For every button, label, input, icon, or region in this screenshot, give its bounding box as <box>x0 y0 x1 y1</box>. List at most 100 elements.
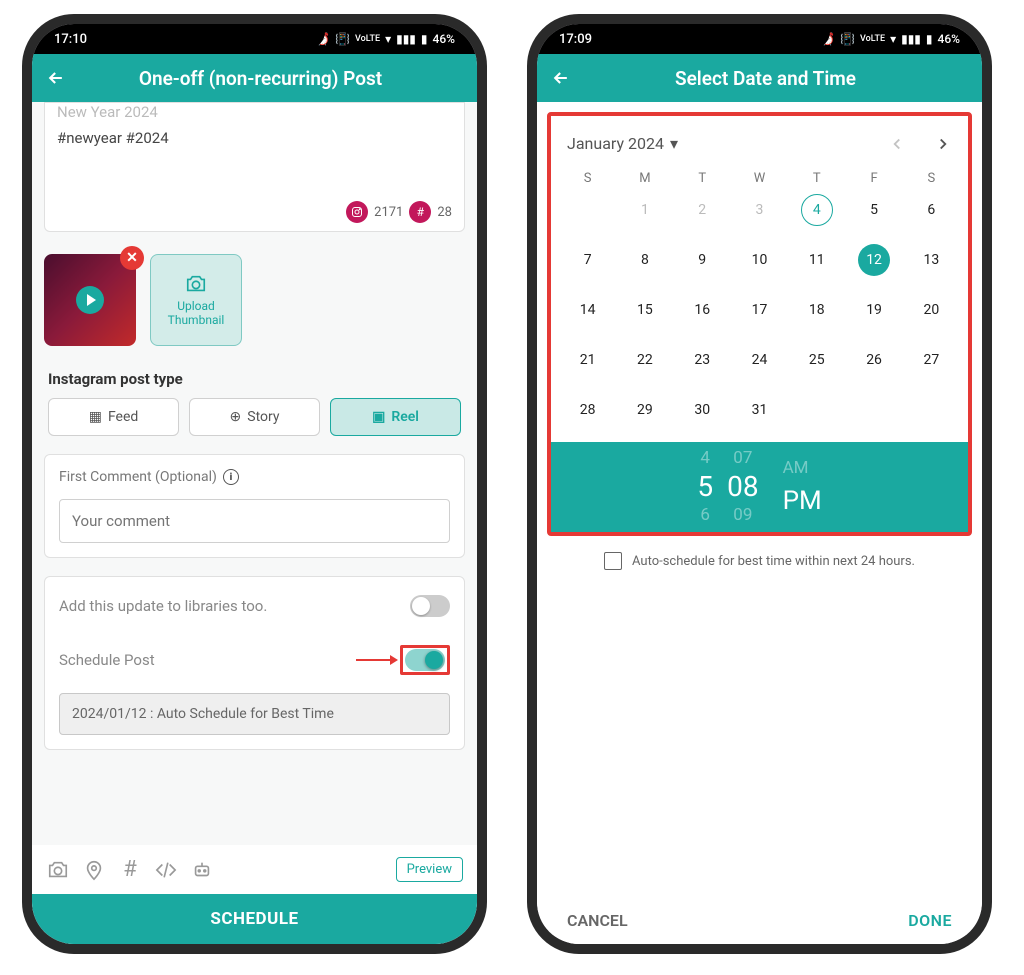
battery-pct: 46% <box>433 32 455 46</box>
dow-cell: T <box>674 171 731 186</box>
wifi-icon: ▾ <box>890 32 896 46</box>
libraries-toggle-label: Add this update to libraries too. <box>59 597 267 615</box>
done-button[interactable]: DONE <box>908 911 952 930</box>
lte-icon: VoLTE <box>860 35 885 44</box>
info-icon[interactable]: i <box>223 469 239 485</box>
vibrate-icon: 📳 <box>840 32 855 46</box>
calendar-day[interactable]: 24 <box>731 344 788 376</box>
battery-icon: ▮ <box>421 32 428 46</box>
signal-icon: ▮▮▮ <box>396 32 416 46</box>
calendar-day[interactable]: 6 <box>903 194 960 226</box>
back-icon[interactable] <box>551 68 571 88</box>
grid-icon: ▦ <box>89 409 102 425</box>
hash-count: 28 <box>437 205 452 220</box>
upload-thumbnail-button[interactable]: Upload Thumbnail <box>150 254 242 346</box>
libraries-toggle[interactable] <box>410 595 450 617</box>
status-time: 17:09 <box>559 32 592 47</box>
time-picker[interactable]: 4 5 6 07 08 09 AM PM <box>551 442 968 532</box>
calendar-day[interactable]: 17 <box>731 294 788 326</box>
calendar-day[interactable]: 1 <box>616 194 673 226</box>
dow-cell: M <box>616 171 673 186</box>
calendar-day[interactable]: 13 <box>903 244 960 276</box>
remove-media-icon[interactable]: ✕ <box>120 246 144 270</box>
calendar-day[interactable]: 19 <box>845 294 902 326</box>
calendar-day[interactable]: 16 <box>674 294 731 326</box>
hour-wheel[interactable]: 4 5 6 <box>697 450 713 524</box>
page-title: One-off (non-recurring) Post <box>86 67 435 90</box>
calendar-day[interactable]: 12 <box>858 244 890 276</box>
alarm-icon: ⏰ <box>315 32 330 46</box>
calendar-day[interactable]: 22 <box>616 344 673 376</box>
autoschedule-checkbox[interactable] <box>604 552 622 570</box>
camera-toolbar-icon[interactable] <box>46 858 70 882</box>
minute-wheel[interactable]: 07 08 09 <box>727 450 758 524</box>
pill-feed[interactable]: ▦ Feed <box>48 398 179 436</box>
schedule-button[interactable]: SCHEDULE <box>32 894 477 944</box>
calendar-day[interactable]: 30 <box>674 394 731 426</box>
alarm-icon: ⏰ <box>820 32 835 46</box>
status-bar: 17:09 ⏰ 📳 VoLTE ▾ ▮▮▮ ▮ 46% <box>537 24 982 54</box>
calendar-day[interactable]: 10 <box>731 244 788 276</box>
calendar-day[interactable]: 14 <box>559 294 616 326</box>
status-right: ⏰ 📳 VoLTE ▾ ▮▮▮ ▮ 46% <box>820 32 960 46</box>
calendar-day <box>559 194 616 226</box>
post-text-card[interactable]: New Year 2024 #newyear #2024 2171 # 28 <box>44 102 465 232</box>
dow-cell: F <box>845 171 902 186</box>
calendar-day[interactable]: 28 <box>559 394 616 426</box>
schedule-toggle[interactable] <box>405 649 445 671</box>
char-count: 2171 <box>374 205 403 220</box>
calendar-grid: 1234567891011121314151617181920212223242… <box>551 190 968 442</box>
calendar-day[interactable]: 3 <box>731 194 788 226</box>
pill-story[interactable]: ⊕ Story <box>189 398 320 436</box>
first-comment-input[interactable] <box>59 499 450 543</box>
status-time: 17:10 <box>54 32 87 47</box>
hashtag-toolbar-icon[interactable]: # <box>118 858 142 882</box>
calendar-day[interactable]: 2 <box>674 194 731 226</box>
calendar-day[interactable]: 21 <box>559 344 616 376</box>
calendar-day[interactable]: 8 <box>616 244 673 276</box>
cancel-button[interactable]: CANCEL <box>567 911 628 930</box>
month-selector[interactable]: January 2024 ▾ <box>567 134 678 153</box>
calendar-day[interactable]: 26 <box>845 344 902 376</box>
calendar-day[interactable]: 9 <box>674 244 731 276</box>
prev-month-icon <box>888 135 906 153</box>
calendar-day <box>903 394 960 426</box>
calendar-day[interactable]: 29 <box>616 394 673 426</box>
next-month-icon[interactable] <box>934 135 952 153</box>
wifi-icon: ▾ <box>385 32 391 46</box>
calendar-day[interactable]: 5 <box>845 194 902 226</box>
dow-cell: T <box>788 171 845 186</box>
phone-left: 17:10 ⏰ 📳 VoLTE ▾ ▮▮▮ ▮ 46% One-off (non… <box>22 14 487 954</box>
pill-reel[interactable]: ▣ Reel <box>330 398 461 436</box>
status-bar: 17:10 ⏰ 📳 VoLTE ▾ ▮▮▮ ▮ 46% <box>32 24 477 54</box>
calendar-day[interactable]: 7 <box>559 244 616 276</box>
back-icon[interactable] <box>46 68 66 88</box>
dow-cell: S <box>559 171 616 186</box>
calendar-day[interactable]: 27 <box>903 344 960 376</box>
calendar-day[interactable]: 15 <box>616 294 673 326</box>
calendar-day <box>788 394 845 426</box>
plus-circle-icon: ⊕ <box>230 409 242 425</box>
calendar-day[interactable]: 11 <box>788 244 845 276</box>
calendar-day[interactable]: 23 <box>674 344 731 376</box>
ampm-wheel[interactable]: AM PM <box>783 458 822 516</box>
calendar-day[interactable]: 20 <box>903 294 960 326</box>
post-hashtags: #newyear #2024 <box>57 129 452 147</box>
autoschedule-label: Auto-schedule for best time within next … <box>632 554 915 569</box>
page-title: Select Date and Time <box>591 67 940 90</box>
calendar-day[interactable]: 4 <box>801 194 833 226</box>
video-thumbnail[interactable]: ✕ <box>44 254 136 346</box>
calendar-day[interactable]: 25 <box>788 344 845 376</box>
calendar-day[interactable]: 18 <box>788 294 845 326</box>
bottom-toolbar: # Preview <box>32 845 477 894</box>
robot-icon[interactable] <box>190 858 214 882</box>
code-icon[interactable] <box>154 858 178 882</box>
camera-icon <box>185 273 207 295</box>
calendar-day[interactable]: 31 <box>731 394 788 426</box>
schedule-datetime-field[interactable]: 2024/01/12 : Auto Schedule for Best Time <box>59 693 450 735</box>
location-icon[interactable] <box>82 858 106 882</box>
battery-icon: ▮ <box>926 32 933 46</box>
upload-thumb-label: Upload Thumbnail <box>151 299 241 327</box>
signal-icon: ▮▮▮ <box>901 32 921 46</box>
preview-button[interactable]: Preview <box>396 857 463 882</box>
